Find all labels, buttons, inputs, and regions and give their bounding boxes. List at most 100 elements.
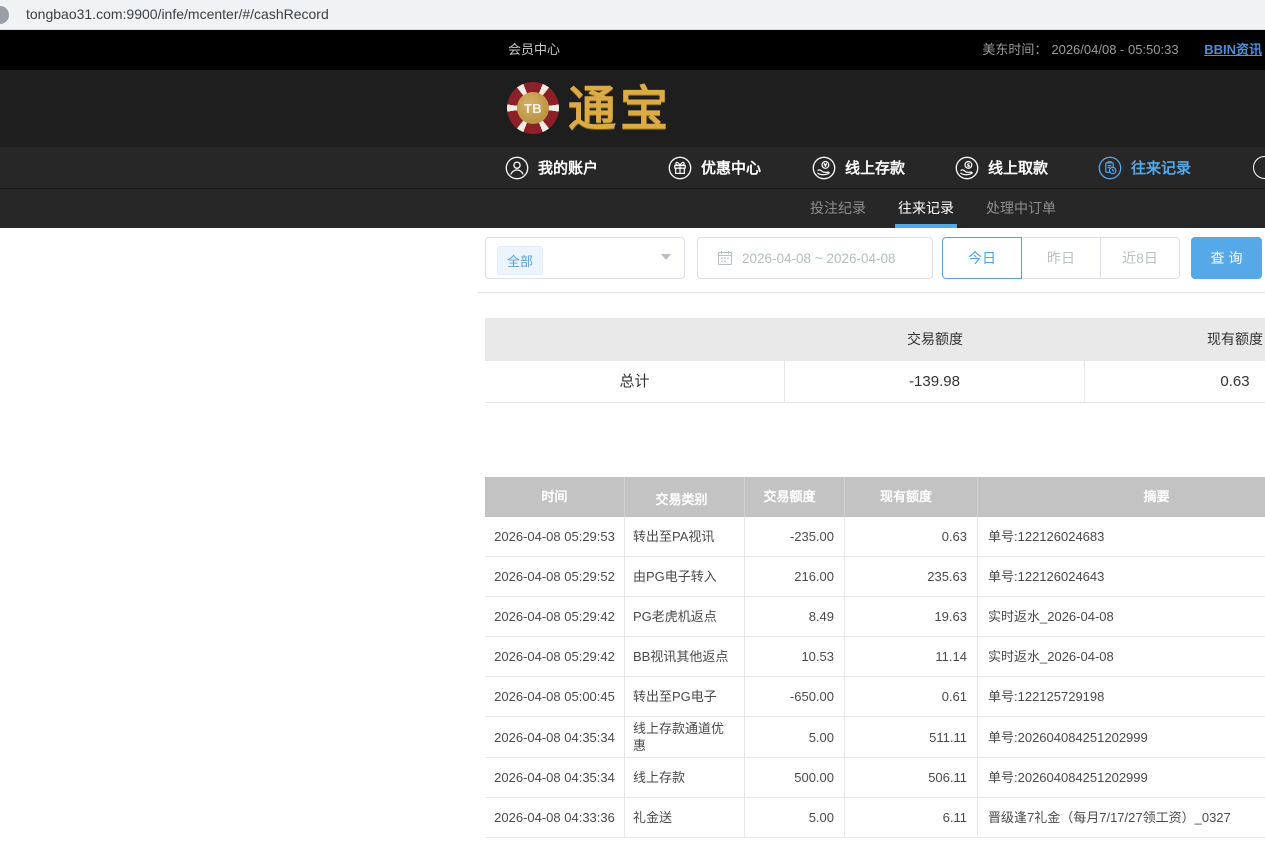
- eastern-time-label: 美东时间：: [982, 42, 1047, 57]
- cell-balance: 506.11: [845, 758, 978, 797]
- cell-amount: 10.53: [745, 637, 845, 676]
- bbin-news-link[interactable]: BBIN资讯: [1204, 42, 1262, 57]
- main-nav: 我的账户 优惠中心 ¥ 线上存款: [0, 147, 1265, 188]
- cell-amount: 216.00: [745, 557, 845, 596]
- cell-type: PG老虎机返点: [625, 597, 745, 636]
- summary-header-amount: 交易额度: [785, 318, 1085, 361]
- page-url[interactable]: tongbao31.com:9900/infe/mcenter/#/cashRe…: [26, 0, 329, 29]
- tab-pending-orders[interactable]: 处理中订单: [986, 188, 1056, 228]
- records-icon: [1098, 156, 1122, 180]
- deposit-icon: ¥: [812, 156, 836, 180]
- table-row: 2026-04-08 05:29:42 PG老虎机返点 8.49 19.63 实…: [485, 597, 1265, 637]
- cell-balance: 0.61: [845, 677, 978, 716]
- cell-type: 礼金送: [625, 798, 745, 837]
- nav-online-withdraw[interactable]: $ 线上取款: [955, 147, 1048, 188]
- page: tongbao31.com:9900/infe/mcenter/#/cashRe…: [0, 0, 1265, 843]
- nav-label: 线上取款: [988, 157, 1048, 178]
- date-range-value: 2026-04-08 ~ 2026-04-08: [742, 251, 896, 266]
- header-summary: 摘要: [978, 477, 1265, 517]
- nav-online-deposit[interactable]: ¥ 线上存款: [812, 147, 905, 188]
- table-row: 2026-04-08 04:33:36 礼金送 5.00 6.11 晋级逢7礼金…: [485, 798, 1265, 838]
- table-row: 2026-04-08 04:35:34 线上存款通道优惠 5.00 511.11…: [485, 717, 1265, 758]
- chip-monogram: TB: [517, 92, 549, 124]
- nav-label: 我的账户: [538, 157, 598, 178]
- cell-time: 2026-04-08 05:29:42: [485, 637, 625, 676]
- cell-time: 2026-04-08 05:00:45: [485, 677, 625, 716]
- member-center-link[interactable]: 会员中心: [508, 30, 560, 70]
- cell-time: 2026-04-08 05:29:42: [485, 597, 625, 636]
- date-range-input[interactable]: 2026-04-08 ~ 2026-04-08: [697, 237, 933, 279]
- filter-divider: [478, 292, 1265, 293]
- logo-bar: TB 通宝: [0, 70, 1265, 147]
- nav-label: 往来记录: [1131, 157, 1191, 178]
- gift-icon: [668, 156, 692, 180]
- last8days-button[interactable]: 近8日: [1100, 237, 1180, 279]
- user-icon: [505, 156, 529, 180]
- cell-summary: 单号:122126024643: [978, 557, 1265, 596]
- cell-time: 2026-04-08 04:35:34: [485, 758, 625, 797]
- nav-label: 优惠中心: [701, 157, 761, 178]
- cell-type: 转出至PA视讯: [625, 517, 745, 556]
- cell-time: 2026-04-08 05:29:52: [485, 557, 625, 596]
- sub-nav: 投注纪录 往来记录 处理中订单: [0, 188, 1265, 228]
- header-balance: 现有额度: [845, 477, 978, 517]
- cell-time: 2026-04-08 04:35:34: [485, 717, 625, 757]
- top-bar: 会员中心 美东时间： 2026/04/08 - 05:50:33 BBIN资讯: [0, 30, 1265, 70]
- summary-header-row: 交易额度 现有额度: [485, 318, 1265, 361]
- header-time: 时间: [485, 477, 625, 517]
- type-select[interactable]: 全部: [485, 237, 685, 279]
- yesterday-button[interactable]: 昨日: [1021, 237, 1101, 279]
- summary-header-blank: [485, 318, 785, 361]
- header-amount: 交易额度: [745, 477, 845, 517]
- summary-total-balance: 0.63: [1085, 361, 1265, 402]
- cell-summary: 单号:122126024683: [978, 517, 1265, 556]
- cell-amount: -650.00: [745, 677, 845, 716]
- withdraw-icon: $: [955, 156, 979, 180]
- quick-date-button-group: 今日 昨日 近8日: [942, 237, 1180, 279]
- tab-transaction-records[interactable]: 往来记录: [898, 188, 954, 228]
- table-row: 2026-04-08 05:29:52 由PG电子转入 216.00 235.6…: [485, 557, 1265, 597]
- chevron-down-icon: [661, 254, 671, 260]
- browser-address-bar[interactable]: tongbao31.com:9900/infe/mcenter/#/cashRe…: [0, 0, 1265, 30]
- summary-total-amount: -139.98: [785, 361, 1085, 402]
- brand-name[interactable]: 通宝: [568, 70, 672, 147]
- brand-chip-logo[interactable]: TB: [507, 82, 559, 134]
- cell-time: 2026-04-08 04:33:36: [485, 798, 625, 837]
- eastern-time-value: 2026/04/08 - 05:50:33: [1051, 42, 1178, 57]
- cell-amount: 5.00: [745, 798, 845, 837]
- cell-amount: 5.00: [745, 717, 845, 757]
- cell-summary: 实时返水_2026-04-08: [978, 637, 1265, 676]
- cell-type: BB视讯其他返点: [625, 637, 745, 676]
- tab-bet-records[interactable]: 投注纪录: [810, 188, 866, 228]
- nav-transaction-records[interactable]: 往来记录: [1098, 147, 1191, 188]
- nav-label: 线上存款: [845, 157, 905, 178]
- summary-table: 交易额度 现有额度 总计 -139.98 0.63: [485, 318, 1265, 403]
- cell-type: 线上存款通道优惠: [625, 717, 745, 757]
- nav-my-account[interactable]: 我的账户: [505, 147, 598, 188]
- nav-promotions[interactable]: 优惠中心: [668, 147, 761, 188]
- header-type: 交易类别: [625, 477, 745, 517]
- table-header-row: 时间 交易类别 交易额度 现有额度 摘要: [485, 477, 1265, 517]
- cell-summary: 晋级逢7礼金（每月7/17/27领工资）_0327: [978, 798, 1265, 837]
- cell-summary: 实时返水_2026-04-08: [978, 597, 1265, 636]
- table-row: 2026-04-08 04:35:34 线上存款 500.00 506.11 单…: [485, 758, 1265, 798]
- cell-type: 转出至PG电子: [625, 677, 745, 716]
- cell-balance: 11.14: [845, 637, 978, 676]
- partial-nav-icon[interactable]: [1253, 156, 1265, 179]
- topbar-right-group: 美东时间： 2026/04/08 - 05:50:33 BBIN资讯: [982, 30, 1262, 70]
- cell-type: 由PG电子转入: [625, 557, 745, 596]
- favicon-icon: [0, 6, 9, 24]
- table-row: 2026-04-08 05:29:42 BB视讯其他返点 10.53 11.14…: [485, 637, 1265, 677]
- cell-amount: -235.00: [745, 517, 845, 556]
- cell-summary: 单号:202604084251202999: [978, 717, 1265, 757]
- cell-balance: 19.63: [845, 597, 978, 636]
- search-button[interactable]: 查询: [1191, 237, 1262, 279]
- summary-header-balance: 现有额度: [1085, 318, 1265, 361]
- cell-time: 2026-04-08 05:29:53: [485, 517, 625, 556]
- cell-amount: 500.00: [745, 758, 845, 797]
- today-button[interactable]: 今日: [942, 237, 1022, 279]
- cell-type: 线上存款: [625, 758, 745, 797]
- cell-amount: 8.49: [745, 597, 845, 636]
- cell-summary: 单号:202604084251202999: [978, 758, 1265, 797]
- type-select-value: 全部: [497, 246, 543, 275]
